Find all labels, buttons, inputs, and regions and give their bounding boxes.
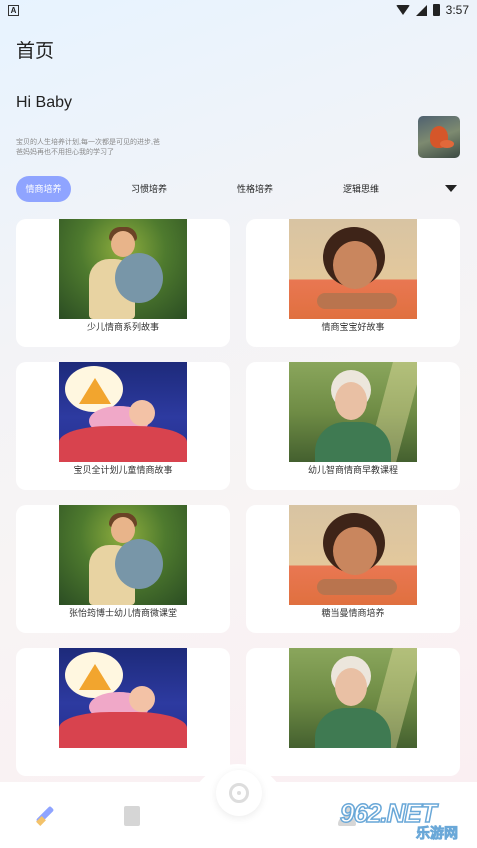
card-title: 少儿情商系列故事: [86, 322, 159, 332]
pencil-icon[interactable]: [33, 804, 55, 826]
card-2[interactable]: 宝贝全计划儿童情商故事: [16, 362, 230, 490]
boy-koala-image: [59, 505, 187, 605]
page-title: 首页: [16, 41, 55, 62]
card-6[interactable]: [16, 648, 230, 776]
sleeping-child-image: [59, 362, 187, 462]
old-woman-forest-image: [289, 648, 417, 748]
music-disc-button[interactable]: [216, 770, 262, 816]
card-title: 情商宝宝好故事: [321, 322, 385, 332]
greeting: Hi Baby: [16, 94, 73, 111]
category-tabs: 情商培养 习惯培养 性格培养 逻辑思维: [16, 176, 461, 202]
card-0[interactable]: 少儿情商系列故事: [16, 219, 230, 347]
status-time: 3:57: [445, 3, 469, 17]
tab-habit[interactable]: 习惯培养: [131, 176, 167, 202]
greeting-description: 宝贝的人生培养计划,每一次都是可见的进步,爸爸妈妈再也不用担心我的学习了: [16, 139, 160, 156]
avatar[interactable]: [418, 116, 460, 158]
status-bar: A 3:57: [0, 0, 477, 20]
tab-eq[interactable]: 情商培养: [16, 176, 71, 202]
card-3[interactable]: 幼儿智商情商早教课程: [246, 362, 460, 490]
old-woman-forest-image: [289, 362, 417, 462]
watermark-sub: 乐游网: [416, 825, 459, 842]
card-title: 宝贝全计划儿童情商故事: [73, 465, 173, 475]
card-title: 张怡筠博士幼儿情商微课堂: [68, 608, 177, 618]
card-1[interactable]: 情商宝宝好故事: [246, 219, 460, 347]
fox-tail: [440, 140, 454, 148]
notification-a-icon: A: [8, 4, 19, 16]
girl-portrait-image: [289, 219, 417, 319]
girl-portrait-image: [289, 505, 417, 605]
boy-koala-image: [59, 219, 187, 319]
tab-logic[interactable]: 逻辑思维: [343, 176, 379, 202]
card-7[interactable]: [246, 648, 460, 776]
battery-icon: [432, 4, 440, 16]
watermark: 962.NET 乐游网: [339, 797, 472, 844]
book-icon[interactable]: [122, 804, 144, 826]
card-4[interactable]: 张怡筠博士幼儿情商微课堂: [16, 505, 230, 633]
card-title: 幼儿智商情商早教课程: [307, 465, 398, 475]
chevron-down-icon[interactable]: [445, 185, 457, 192]
card-5[interactable]: 糖当曼情商培养: [246, 505, 460, 633]
wifi-icon: [395, 5, 410, 15]
music-disc-icon: [229, 783, 249, 803]
signal-icon: [415, 4, 427, 16]
card-title: 糖当曼情商培养: [321, 608, 385, 618]
sleeping-child-image: [59, 648, 187, 748]
tab-personality[interactable]: 性格培养: [237, 176, 273, 202]
